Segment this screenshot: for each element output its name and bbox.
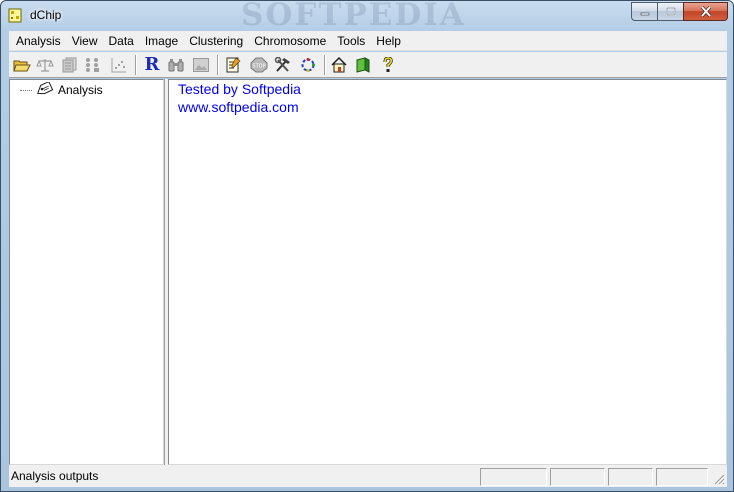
document-edit-icon bbox=[226, 57, 241, 73]
refresh-button[interactable] bbox=[298, 55, 318, 75]
scatter-plot-icon bbox=[111, 58, 126, 73]
menu-bar: Analysis View Data Image Clustering Chromosom… bbox=[9, 31, 727, 51]
r-button[interactable]: R bbox=[142, 55, 162, 75]
scatter-button[interactable] bbox=[109, 55, 129, 75]
balance-scale-icon bbox=[36, 59, 54, 72]
toolbar: R STOP bbox=[9, 52, 727, 78]
caption-buttons bbox=[631, 2, 728, 21]
menu-data[interactable]: Data bbox=[104, 31, 140, 51]
home-button[interactable] bbox=[329, 55, 349, 75]
analysis-tree-pane[interactable]: Analysis bbox=[9, 79, 164, 465]
refresh-cycle-icon bbox=[301, 58, 315, 72]
report-button[interactable] bbox=[223, 55, 243, 75]
find-button[interactable] bbox=[166, 55, 186, 75]
output-pane[interactable]: Tested by Softpedia www.softpedia.com bbox=[168, 79, 727, 465]
menu-clustering[interactable]: Clustering bbox=[185, 31, 250, 51]
home-icon bbox=[331, 57, 347, 73]
menu-analysis[interactable]: Analysis bbox=[12, 31, 68, 51]
analysis-tag-icon bbox=[37, 82, 54, 95]
expression-button[interactable] bbox=[83, 55, 103, 75]
r-letter-icon: R bbox=[144, 54, 160, 75]
menu-help[interactable]: Help bbox=[372, 31, 408, 51]
binoculars-icon bbox=[168, 59, 184, 72]
normalize-button[interactable] bbox=[59, 55, 79, 75]
question-mark-icon bbox=[383, 57, 393, 72]
image-button[interactable] bbox=[191, 55, 211, 75]
tree-item-analysis[interactable]: Analysis bbox=[20, 81, 103, 99]
toolbar-separator bbox=[217, 55, 219, 75]
dchip-app-icon bbox=[8, 8, 22, 23]
close-button[interactable] bbox=[683, 2, 728, 21]
tree-connector bbox=[20, 89, 32, 91]
maximize-button[interactable] bbox=[657, 2, 683, 21]
open-folder-button[interactable] bbox=[12, 55, 32, 75]
stop-button[interactable]: STOP bbox=[249, 55, 269, 75]
compare-button[interactable] bbox=[35, 55, 55, 75]
book-button[interactable] bbox=[353, 55, 373, 75]
menu-view[interactable]: View bbox=[68, 31, 105, 51]
hammer-wrench-icon bbox=[274, 57, 290, 72]
output-line: Tested by Softpedia bbox=[178, 81, 301, 97]
minimize-button[interactable] bbox=[631, 2, 657, 21]
watermark: SOFTPEDIA bbox=[241, 0, 466, 33]
resize-grip-icon[interactable] bbox=[713, 473, 725, 485]
status-bar: Analysis outputs bbox=[9, 465, 727, 487]
minimize-icon bbox=[640, 12, 649, 15]
status-panel bbox=[608, 468, 653, 486]
title-bar[interactable]: dChip SOFTPEDIA bbox=[1, 0, 733, 33]
menu-tools[interactable]: Tools bbox=[333, 31, 372, 51]
svg-text:STOP: STOP bbox=[252, 64, 265, 70]
status-panel bbox=[550, 468, 605, 486]
close-icon bbox=[700, 6, 711, 17]
output-link[interactable]: www.softpedia.com bbox=[178, 99, 299, 115]
picture-frame-icon bbox=[193, 58, 209, 72]
green-book-icon bbox=[356, 57, 370, 73]
window-title: dChip bbox=[30, 8, 62, 22]
open-folder-icon bbox=[13, 60, 31, 72]
tree-item-label: Analysis bbox=[58, 83, 103, 97]
toolbar-separator bbox=[135, 55, 137, 75]
stop-sign-icon: STOP bbox=[250, 57, 268, 73]
status-text: Analysis outputs bbox=[11, 469, 99, 483]
array-stack-icon bbox=[62, 57, 77, 73]
dot-grid-icon bbox=[86, 58, 99, 72]
maximize-icon bbox=[665, 7, 676, 16]
tools-button[interactable] bbox=[273, 55, 293, 75]
menu-chromosome[interactable]: Chromosome bbox=[250, 31, 333, 51]
status-panel bbox=[656, 468, 708, 486]
status-panel bbox=[480, 468, 547, 486]
menu-image[interactable]: Image bbox=[141, 31, 185, 51]
toolbar-separator bbox=[324, 55, 326, 75]
help-button[interactable] bbox=[378, 55, 398, 75]
app-window: dChip SOFTPEDIA Analysis View Data Image Clu… bbox=[0, 0, 734, 492]
